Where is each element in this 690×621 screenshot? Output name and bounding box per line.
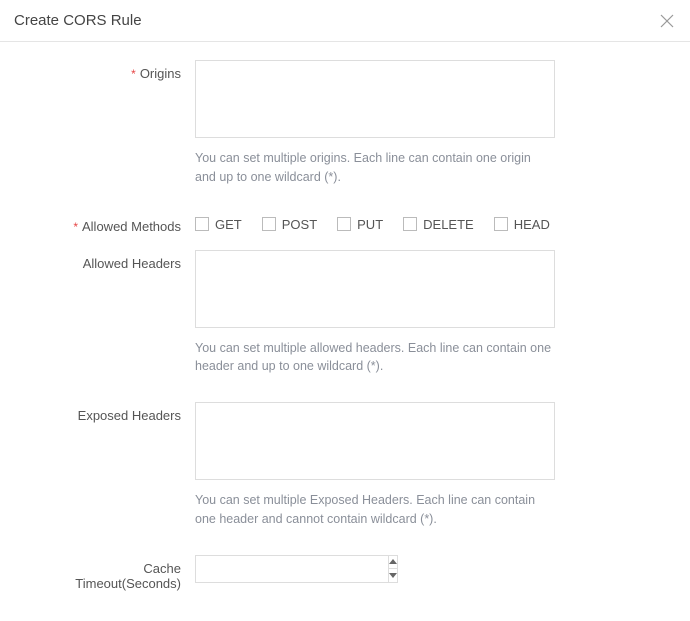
- checkbox-method-delete[interactable]: DELETE: [403, 217, 474, 232]
- spinner-buttons: [389, 555, 398, 583]
- allowed-headers-input[interactable]: [195, 250, 555, 328]
- checkbox-box: [262, 217, 276, 231]
- control-origins: You can set multiple origins. Each line …: [195, 60, 555, 203]
- required-marker: *: [73, 220, 78, 234]
- label-allowed-methods-text: Allowed Methods: [82, 219, 181, 234]
- label-allowed-headers: Allowed Headers: [40, 250, 195, 393]
- row-cache-timeout: Cache Timeout(Seconds): [40, 555, 650, 591]
- checkbox-label: POST: [282, 217, 317, 232]
- label-origins: * Origins: [40, 60, 195, 203]
- control-cache-timeout: [195, 555, 555, 591]
- close-icon[interactable]: [660, 14, 674, 28]
- dialog-title: Create CORS Rule: [14, 12, 142, 29]
- row-allowed-headers: Allowed Headers You can set multiple all…: [40, 250, 650, 393]
- exposed-headers-input[interactable]: [195, 402, 555, 480]
- row-exposed-headers: Exposed Headers You can set multiple Exp…: [40, 402, 650, 545]
- allowed-headers-hint: You can set multiple allowed headers. Ea…: [195, 339, 555, 377]
- checkbox-box: [494, 217, 508, 231]
- label-cache-timeout: Cache Timeout(Seconds): [40, 555, 195, 591]
- control-allowed-methods: GET POST PUT DELETE HEAD: [195, 213, 555, 240]
- methods-checkbox-row: GET POST PUT DELETE HEAD: [195, 213, 555, 240]
- cache-timeout-input[interactable]: [195, 555, 389, 583]
- label-exposed-headers-text: Exposed Headers: [78, 408, 181, 423]
- checkbox-label: GET: [215, 217, 242, 232]
- checkbox-label: HEAD: [514, 217, 550, 232]
- required-marker: *: [131, 67, 136, 81]
- row-origins: * Origins You can set multiple origins. E…: [40, 60, 650, 203]
- label-origins-text: Origins: [140, 66, 181, 81]
- control-exposed-headers: You can set multiple Exposed Headers. Ea…: [195, 402, 555, 545]
- checkbox-method-get[interactable]: GET: [195, 217, 242, 232]
- checkbox-label: PUT: [357, 217, 383, 232]
- label-exposed-headers: Exposed Headers: [40, 402, 195, 545]
- control-allowed-headers: You can set multiple allowed headers. Ea…: [195, 250, 555, 393]
- form-body: * Origins You can set multiple origins. E…: [0, 42, 690, 621]
- label-cache-timeout-text: Cache Timeout(Seconds): [75, 561, 181, 591]
- checkbox-method-put[interactable]: PUT: [337, 217, 383, 232]
- origins-input[interactable]: [195, 60, 555, 138]
- label-allowed-headers-text: Allowed Headers: [83, 256, 181, 271]
- checkbox-box: [195, 217, 209, 231]
- checkbox-method-post[interactable]: POST: [262, 217, 317, 232]
- origins-hint: You can set multiple origins. Each line …: [195, 149, 555, 187]
- dialog-header: Create CORS Rule: [0, 0, 690, 42]
- row-allowed-methods: * Allowed Methods GET POST PUT DELETE: [40, 213, 650, 240]
- spinner-down-button[interactable]: [389, 569, 397, 582]
- exposed-headers-hint: You can set multiple Exposed Headers. Ea…: [195, 491, 555, 529]
- checkbox-label: DELETE: [423, 217, 474, 232]
- checkbox-box: [337, 217, 351, 231]
- cache-timeout-spinner: [195, 555, 355, 583]
- label-allowed-methods: * Allowed Methods: [40, 213, 195, 240]
- checkbox-box: [403, 217, 417, 231]
- checkbox-method-head[interactable]: HEAD: [494, 217, 550, 232]
- spinner-up-button[interactable]: [389, 556, 397, 570]
